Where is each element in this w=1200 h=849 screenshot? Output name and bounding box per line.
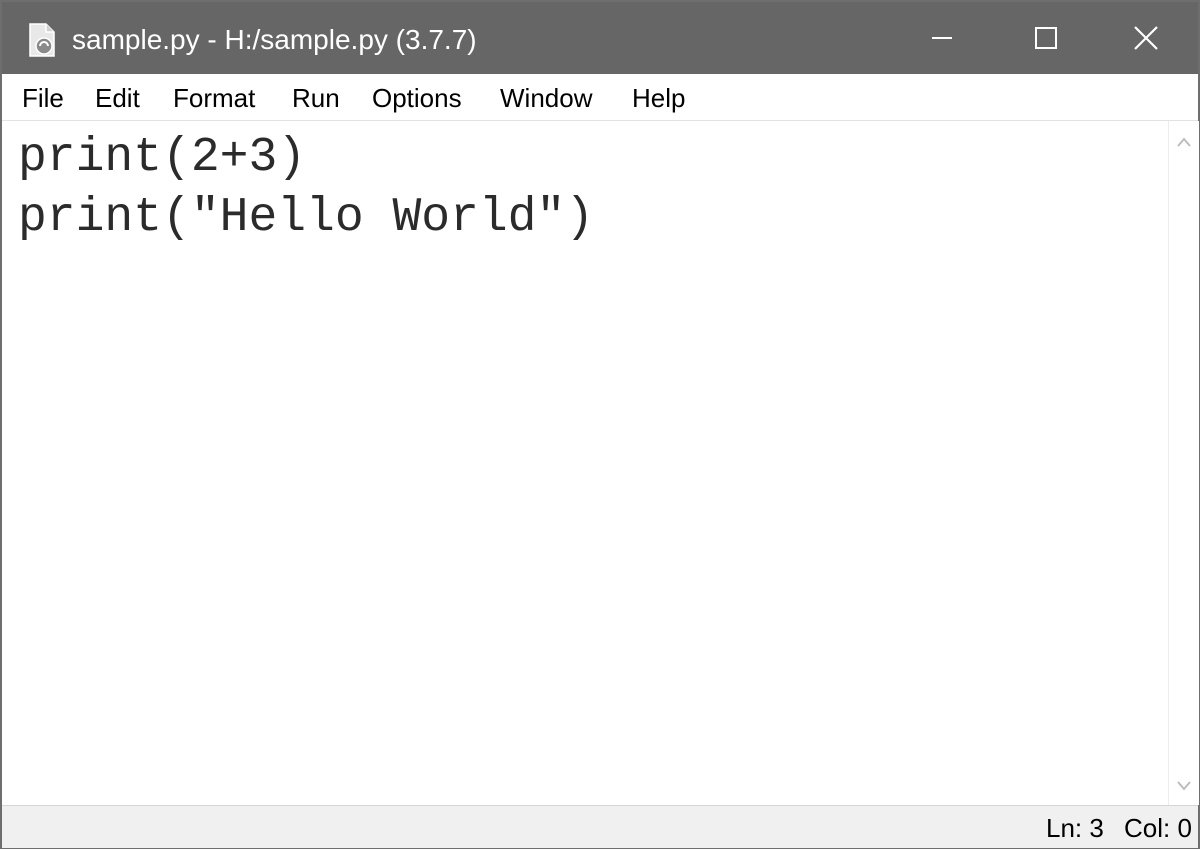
line-number-indicator: Ln: 3 <box>1046 813 1104 843</box>
minimize-button[interactable] <box>890 2 994 74</box>
idle-editor-window: sample.py - H:/sample.py (3.7.7) File Ed… <box>0 0 1200 849</box>
python-idle-icon[interactable] <box>24 22 60 58</box>
minimize-icon <box>932 37 952 39</box>
close-button[interactable] <box>1094 2 1198 74</box>
menu-format[interactable]: Format <box>173 82 255 114</box>
code-line[interactable]: print(2+3) <box>18 129 306 187</box>
chevron-up-icon <box>1177 137 1191 147</box>
scroll-down-button[interactable] <box>1169 771 1199 801</box>
menu-help[interactable]: Help <box>632 82 685 114</box>
window-title: sample.py - H:/sample.py (3.7.7) <box>72 24 477 55</box>
column-number-indicator: Col: 0 <box>1124 813 1192 843</box>
menu-bar: File Edit Format Run Options Window Help <box>2 74 1198 121</box>
menu-options[interactable]: Options <box>372 82 462 114</box>
code-line[interactable]: print("Hello World") <box>18 189 594 247</box>
code-editor[interactable]: print(2+3) print("Hello World") <box>2 121 1168 805</box>
menu-window[interactable]: Window <box>500 82 592 114</box>
menu-file[interactable]: File <box>22 82 64 114</box>
menu-edit[interactable]: Edit <box>95 82 140 114</box>
maximize-button[interactable] <box>994 2 1098 74</box>
maximize-icon <box>1035 27 1057 49</box>
status-bar: Ln: 3 Col: 0 <box>2 805 1198 848</box>
chevron-down-icon <box>1177 781 1191 791</box>
scroll-up-button[interactable] <box>1169 127 1199 157</box>
title-bar[interactable]: sample.py - H:/sample.py (3.7.7) <box>2 2 1198 74</box>
close-icon <box>1134 26 1158 50</box>
vertical-scrollbar[interactable] <box>1168 121 1199 805</box>
menu-run[interactable]: Run <box>292 82 340 114</box>
